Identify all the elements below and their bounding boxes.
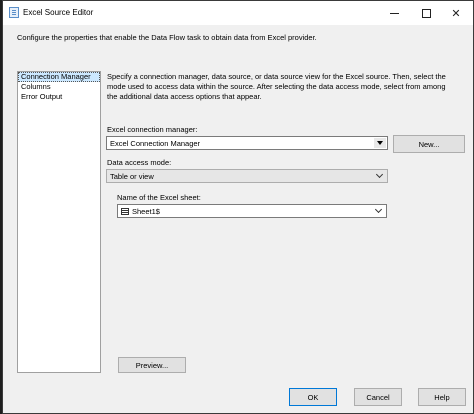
data-access-mode-value: Table or view [110,172,154,181]
triangle-down-icon [377,141,383,145]
minimize-button[interactable] [379,1,409,25]
close-button[interactable]: ✕ [441,1,471,25]
cancel-button[interactable]: Cancel [354,388,402,406]
table-icon [121,208,129,215]
excel-sheet-dropdown[interactable]: Sheet1$ [117,204,387,218]
nav-item-error-output[interactable]: Error Output [18,92,100,102]
dialog-app-icon [9,7,19,18]
excel-connection-manager-value: Excel Connection Manager [110,139,201,148]
preview-button[interactable]: Preview... [118,357,186,373]
chevron-down-icon [374,205,383,214]
maximize-button[interactable] [411,1,441,25]
dialog-description: Configure the properties that enable the… [17,33,317,42]
nav-item-columns[interactable]: Columns [18,82,100,92]
maximize-icon [421,8,431,18]
excel-connection-manager-dropdown[interactable]: Excel Connection Manager [106,136,388,150]
ok-button[interactable]: OK [289,388,337,406]
excel-sheet-label: Name of the Excel sheet: [117,193,201,202]
excel-connection-manager-label: Excel connection manager: [107,125,198,134]
help-button[interactable]: Help [418,388,466,406]
window-title: Excel Source Editor [23,8,94,17]
close-icon: ✕ [451,7,461,20]
panel-intro-text: Specify a connection manager, data sourc… [107,72,446,101]
dialog-footer: OK Cancel Help [3,381,473,414]
excel-source-editor-window: Excel Source Editor ✕ Configure the prop… [2,0,474,414]
chevron-down-icon [375,170,384,179]
data-access-mode-label: Data access mode: [107,158,172,167]
excel-sheet-value: Sheet1$ [132,207,160,216]
new-connection-button[interactable]: New... [393,135,465,153]
nav-item-connection-manager[interactable]: Connection Manager [18,72,100,82]
minimize-icon [389,12,399,14]
data-access-mode-dropdown[interactable]: Table or view [106,169,388,183]
title-bar[interactable]: Excel Source Editor ✕ [3,1,473,25]
page-navigation-list: Connection Manager Columns Error Output [17,71,101,373]
dropdown-arrow-button[interactable] [374,138,386,148]
